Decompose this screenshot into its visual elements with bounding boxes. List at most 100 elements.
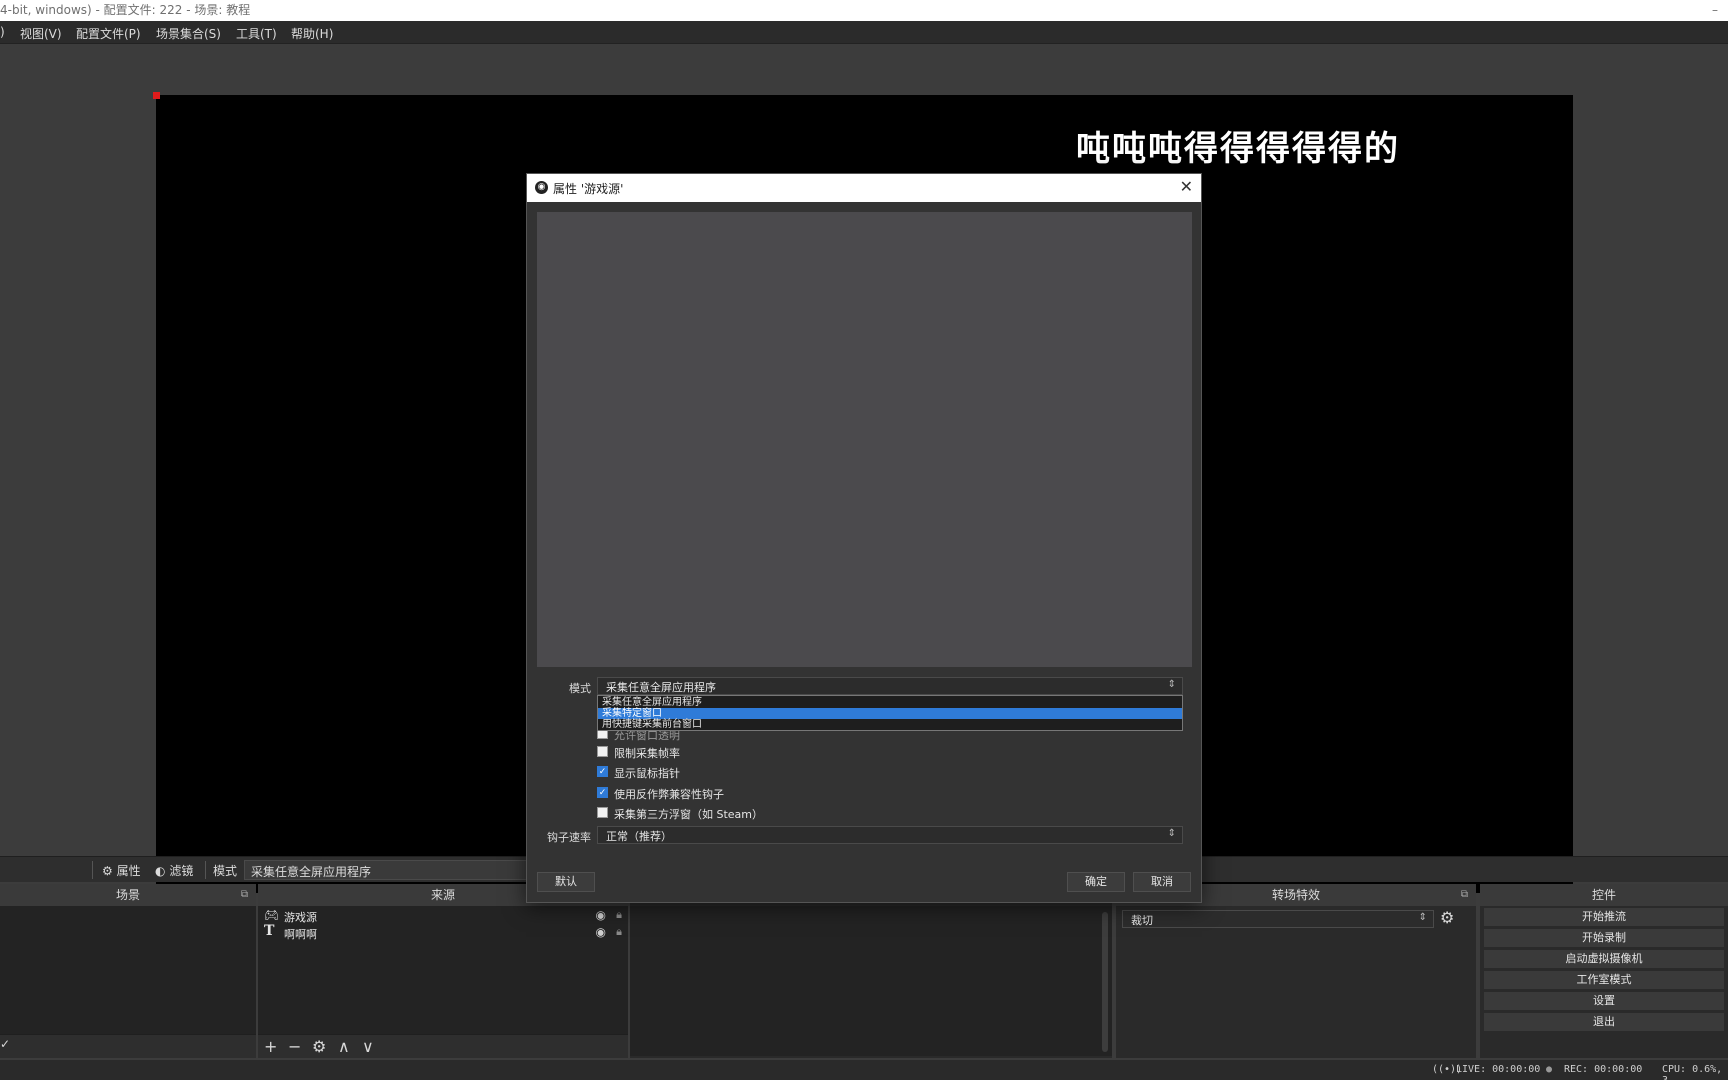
checkbox-label: 显示鼠标指针 bbox=[614, 767, 680, 780]
start-virtual-camera-button[interactable]: 启动虚拟摄像机 bbox=[1484, 950, 1724, 968]
mixer-scrollbar[interactable] bbox=[1102, 912, 1108, 1052]
properties-label: 属性 bbox=[116, 864, 141, 878]
mode-dropdown-list[interactable]: 采集任意全屏应用程序 采集特定窗口 用快捷键采集前台窗口 bbox=[597, 695, 1183, 731]
minimize-button[interactable]: – bbox=[1712, 0, 1718, 21]
source-name: 游戏源 bbox=[284, 911, 317, 924]
hook-rate-value: 正常（推荐） bbox=[606, 830, 672, 843]
checkbox-label: 使用反作弊兼容性钩子 bbox=[614, 788, 724, 801]
mode-value: 采集任意全屏应用程序 bbox=[606, 681, 716, 694]
chevron-icon[interactable]: ✓ bbox=[0, 1037, 10, 1051]
status-bar: ((•)) LIVE: 00:00:00 ● REC: 00:00:00 CPU… bbox=[0, 1060, 1728, 1080]
cancel-button[interactable]: 取消 bbox=[1133, 872, 1191, 892]
dialog-title-bar: ◉ 属性 '游戏源' ✕ bbox=[527, 174, 1201, 202]
menu-item-tools[interactable]: 工具(T) bbox=[236, 25, 277, 42]
menu-item-help[interactable]: 帮助(H) bbox=[291, 25, 333, 42]
settings-button[interactable]: 设置 bbox=[1484, 992, 1724, 1010]
cpu-status: CPU: 0.6%, 3 bbox=[1662, 1064, 1723, 1080]
rec-status: REC: 00:00:00 bbox=[1564, 1064, 1643, 1075]
properties-button[interactable]: ⚙ 属性 bbox=[102, 862, 141, 879]
live-status: LIVE: 00:00:00 bbox=[1456, 1064, 1541, 1075]
scenes-dock-title: 场景 bbox=[115, 888, 140, 902]
transition-select[interactable]: 裁切 ⇕ bbox=[1122, 910, 1434, 928]
checkbox-box[interactable] bbox=[597, 746, 608, 757]
move-up-icon[interactable]: ∧ bbox=[338, 1037, 350, 1056]
toolbar-divider bbox=[205, 861, 206, 879]
selection-handle[interactable] bbox=[153, 92, 160, 99]
undock-icon[interactable]: ⧉ bbox=[241, 884, 248, 906]
spin-arrows-icon: ⇕ bbox=[1167, 828, 1176, 839]
source-name: 啊啊啊 bbox=[284, 928, 317, 941]
checkbox-box-checked[interactable]: ✓ bbox=[597, 787, 608, 798]
mode-option[interactable]: 采集任意全屏应用程序 bbox=[598, 697, 1182, 708]
obs-logo-icon: ◉ bbox=[535, 181, 548, 194]
transition-value: 裁切 bbox=[1131, 914, 1153, 927]
controls-body: 开始推流 开始录制 启动虚拟摄像机 工作室模式 设置 退出 bbox=[1480, 906, 1728, 1058]
undock-icon[interactable]: ⧉ bbox=[1461, 884, 1468, 906]
source-item-text[interactable]: T 啊啊啊 ◉ 🔒︎ bbox=[258, 923, 628, 942]
lock-icon[interactable]: 🔒︎ bbox=[616, 925, 622, 939]
checkbox-box-checked[interactable]: ✓ bbox=[597, 766, 608, 777]
scenes-list[interactable] bbox=[0, 906, 256, 1034]
start-streaming-button[interactable]: 开始推流 bbox=[1484, 908, 1724, 926]
spin-arrows-icon: ⇕ bbox=[1418, 912, 1427, 923]
lock-icon[interactable]: 🔒︎ bbox=[616, 908, 622, 922]
checkbox-label: 采集第三方浮窗（如 Steam） bbox=[614, 808, 764, 821]
text-icon: T bbox=[264, 923, 275, 939]
menu-item-scene-collection[interactable]: 场景集合(S) bbox=[156, 25, 221, 42]
visibility-eye-icon[interactable]: ◉ bbox=[596, 925, 606, 939]
toolbar-divider bbox=[92, 861, 93, 879]
checkbox-box[interactable] bbox=[597, 807, 608, 818]
checkbox-label: 限制采集帧率 bbox=[614, 747, 680, 760]
defaults-button[interactable]: 默认 bbox=[537, 872, 595, 892]
controls-dock: 控件 开始推流 开始录制 启动虚拟摄像机 工作室模式 设置 退出 bbox=[1480, 884, 1728, 1058]
close-icon[interactable]: ✕ bbox=[1180, 177, 1193, 196]
scenes-dock-header: 场景 ⧉ bbox=[0, 884, 256, 906]
source-settings-icon[interactable]: ⚙ bbox=[312, 1037, 326, 1056]
title-bar: 4-bit, windows) - 配置文件: 222 - 场景: 教程 – bbox=[0, 0, 1728, 21]
source-item-game[interactable]: 🎮︎ 游戏源 ◉ 🔒︎ bbox=[258, 908, 628, 925]
mode-select[interactable]: 采集任意全屏应用程序 bbox=[244, 860, 534, 880]
filters-button[interactable]: ◐ 滤镜 bbox=[155, 862, 193, 879]
remove-source-icon[interactable]: − bbox=[288, 1037, 301, 1056]
sources-list[interactable]: 🎮︎ 游戏源 ◉ 🔒︎ T 啊啊啊 ◉ 🔒︎ bbox=[258, 906, 628, 1034]
hook-rate-combobox[interactable]: 正常（推荐） ⇕ bbox=[597, 826, 1183, 844]
menu-item-view[interactable]: 视图(V) bbox=[20, 25, 62, 42]
scenes-dock: 场景 ⧉ ✓ bbox=[0, 884, 256, 1058]
filter-icon: ◐ bbox=[155, 864, 166, 878]
audio-mixer-dock bbox=[630, 884, 1112, 1058]
sources-dock-title: 来源 bbox=[430, 888, 455, 902]
menu-bar: ) 视图(V) 配置文件(P) 场景集合(S) 工具(T) 帮助(H) bbox=[0, 21, 1728, 44]
gamepad-icon: 🎮︎ bbox=[264, 908, 280, 922]
start-recording-button[interactable]: 开始录制 bbox=[1484, 929, 1724, 947]
mode-combobox[interactable]: 采集任意全屏应用程序 ⇕ bbox=[597, 677, 1183, 695]
ok-button[interactable]: 确定 bbox=[1067, 872, 1125, 892]
mode-option[interactable]: 用快捷键采集前台窗口 bbox=[598, 719, 1182, 730]
transitions-dock-title: 转场特效 bbox=[1271, 888, 1320, 902]
transition-settings-icon[interactable]: ⚙ bbox=[1440, 908, 1454, 927]
window-title: 4-bit, windows) - 配置文件: 222 - 场景: 教程 bbox=[0, 3, 251, 17]
sources-footer: + − ⚙ ∧ ∨ bbox=[258, 1034, 628, 1058]
add-source-icon[interactable]: + bbox=[264, 1037, 277, 1056]
spin-arrows-icon: ⇕ bbox=[1167, 679, 1176, 690]
menu-item-partial[interactable]: ) bbox=[0, 25, 5, 39]
filters-label: 滤镜 bbox=[169, 864, 194, 878]
menu-item-profile[interactable]: 配置文件(P) bbox=[76, 25, 141, 42]
record-dot-icon: ● bbox=[1546, 1064, 1553, 1075]
visibility-eye-icon[interactable]: ◉ bbox=[596, 908, 606, 922]
mixer-body bbox=[630, 906, 1112, 1056]
sources-dock: 来源 🎮︎ 游戏源 ◉ 🔒︎ T 啊啊啊 ◉ 🔒︎ + − ⚙ ∧ ∨ bbox=[258, 884, 628, 1058]
mode-label: 模式 bbox=[569, 682, 591, 695]
gear-icon: ⚙ bbox=[102, 864, 113, 878]
mode-option-selected[interactable]: 采集特定窗口 bbox=[598, 708, 1182, 719]
properties-dialog: ◉ 属性 '游戏源' ✕ 模式 采集任意全屏应用程序 ⇕ 采集任意全屏应用程序 … bbox=[526, 173, 1202, 903]
transitions-dock: 转场特效 ⧉ 裁切 ⇕ ⚙ bbox=[1116, 884, 1476, 1058]
exit-button[interactable]: 退出 bbox=[1484, 1013, 1724, 1031]
preview-text-source[interactable]: 吨吨吨得得得得得的 bbox=[1076, 121, 1400, 170]
studio-mode-button[interactable]: 工作室模式 bbox=[1484, 971, 1724, 989]
mode-label: 模式 bbox=[213, 864, 238, 878]
controls-dock-header: 控件 bbox=[1480, 884, 1728, 906]
transitions-body: 裁切 ⇕ ⚙ bbox=[1116, 906, 1476, 1058]
dialog-preview bbox=[537, 212, 1192, 667]
move-down-icon[interactable]: ∨ bbox=[362, 1037, 374, 1056]
dialog-title: 属性 '游戏源' bbox=[553, 182, 624, 196]
